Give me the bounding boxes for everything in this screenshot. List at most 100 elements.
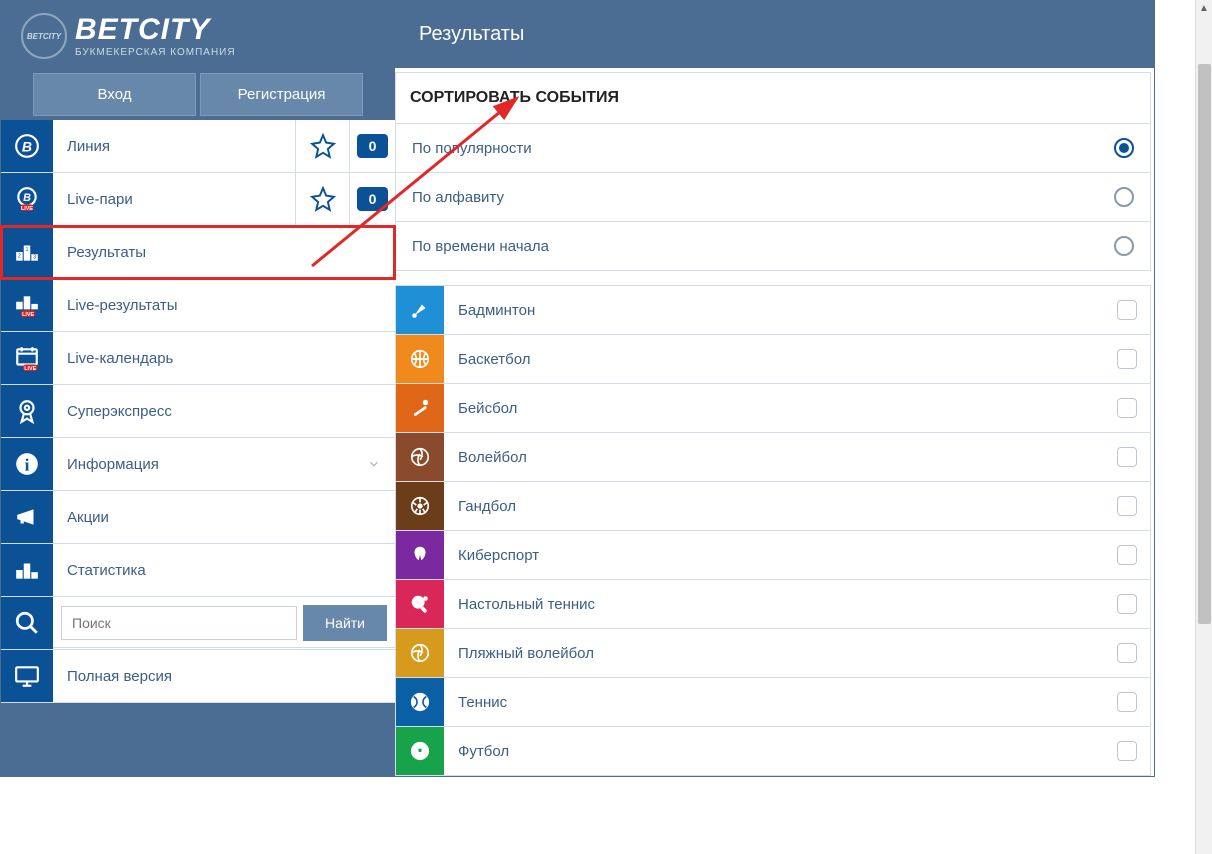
esports-icon — [396, 531, 444, 579]
svg-text:LIVE: LIVE — [22, 312, 34, 318]
sort-option-label: По времени начала — [412, 238, 549, 255]
sidebar-item-label: Live-календарь — [53, 350, 395, 367]
beach-volleyball-icon — [396, 629, 444, 677]
sidebar-item-label: Статистика — [53, 562, 395, 579]
svg-text:1: 1 — [25, 247, 28, 253]
sidebar-item-live-bets[interactable]: B LIVE Live-пари 0 — [1, 173, 395, 226]
logo-main: BETCITY — [75, 15, 236, 45]
podium-live-icon: LIVE — [1, 279, 53, 331]
favorite-star-button[interactable] — [295, 173, 349, 225]
sport-checkbox[interactable] — [1104, 545, 1150, 565]
svg-text:3: 3 — [33, 255, 36, 261]
handball-icon — [396, 482, 444, 530]
sport-label: Бейсбол — [444, 400, 1104, 417]
login-button[interactable]: Вход — [33, 73, 196, 116]
sort-heading: СОРТИРОВАТЬ СОБЫТИЯ — [396, 73, 1150, 123]
svg-text:i: i — [25, 456, 30, 475]
brand-b-live-icon: B LIVE — [1, 173, 53, 225]
sport-row-tennis[interactable]: Теннис — [396, 678, 1150, 727]
sport-row-badminton[interactable]: Бадминтон — [396, 286, 1150, 335]
sport-label: Волейбол — [444, 449, 1104, 466]
sport-label: Теннис — [444, 694, 1104, 711]
search-input[interactable] — [61, 606, 297, 640]
sport-checkbox[interactable] — [1104, 594, 1150, 614]
sport-row-football[interactable]: Футбол — [396, 727, 1150, 776]
sidebar-item-label: Акции — [53, 509, 395, 526]
vertical-scrollbar[interactable]: ▲ — [1195, 0, 1212, 854]
radio-selected-icon — [1114, 138, 1134, 158]
calendar-live-icon: LIVE — [1, 332, 53, 384]
sidebar-item-line[interactable]: B Линия 0 — [1, 120, 395, 173]
svg-text:B: B — [23, 192, 31, 204]
sidebar-item-info[interactable]: i Информация — [1, 438, 395, 491]
svg-text:LIVE: LIVE — [21, 206, 33, 212]
sidebar-item-label: Суперэкспресс — [53, 403, 395, 420]
sport-checkbox[interactable] — [1104, 741, 1150, 761]
sidebar-item-label: Live-пари — [53, 191, 295, 208]
sport-row-basketball[interactable]: Баскетбол — [396, 335, 1150, 384]
podium-icon: 12 3 — [1, 226, 53, 278]
brand-b-icon: B — [1, 120, 53, 172]
sort-option-starttime[interactable]: По времени начала — [396, 221, 1150, 270]
search-icon — [1, 597, 53, 649]
sport-label: Баскетбол — [444, 351, 1104, 368]
badminton-icon — [396, 286, 444, 334]
logo-tagline: БУКМЕКЕРСКАЯ КОМПАНИЯ — [75, 47, 236, 58]
register-button[interactable]: Регистрация — [200, 73, 363, 116]
sort-panel: СОРТИРОВАТЬ СОБЫТИЯ По популярности По а… — [395, 72, 1151, 271]
radio-icon — [1114, 187, 1134, 207]
sidebar-item-label: Линия — [53, 138, 295, 155]
sports-list: Бадминтон Баскетбол Бейсбол Волейбол Ган — [395, 285, 1151, 776]
sport-row-table-tennis[interactable]: Настольный теннис — [396, 580, 1150, 629]
sort-option-popularity[interactable]: По популярности — [396, 123, 1150, 172]
sidebar-item-live-calendar[interactable]: LIVE Live-календарь — [1, 332, 395, 385]
sidebar-item-label: Информация — [53, 456, 353, 473]
sport-label: Киберспорт — [444, 547, 1104, 564]
sidebar-item-results[interactable]: 12 3 Результаты — [1, 226, 395, 279]
sidebar-item-live-results[interactable]: LIVE Live-результаты — [1, 279, 395, 332]
sport-checkbox[interactable] — [1104, 692, 1150, 712]
sidebar-item-label: Полная версия — [53, 668, 395, 685]
sort-option-alphabet[interactable]: По алфавиту — [396, 172, 1150, 221]
sidebar-item-promo[interactable]: Акции — [1, 491, 395, 544]
sport-label: Пляжный волейбол — [444, 645, 1104, 662]
sidebar-item-superexpress[interactable]: Суперэкспресс — [1, 385, 395, 438]
favorite-star-button[interactable] — [295, 120, 349, 172]
svg-text:2: 2 — [18, 253, 21, 259]
sport-checkbox[interactable] — [1104, 643, 1150, 663]
svg-text:B: B — [22, 138, 32, 154]
sport-checkbox[interactable] — [1104, 349, 1150, 369]
sport-label: Гандбол — [444, 498, 1104, 515]
sport-row-esports[interactable]: Киберспорт — [396, 531, 1150, 580]
sidebar-item-fullversion[interactable]: Полная версия — [1, 650, 395, 703]
page-title: Результаты — [395, 1, 1154, 68]
sport-checkbox[interactable] — [1104, 300, 1150, 320]
table-tennis-icon — [396, 580, 444, 628]
volleyball-icon — [396, 433, 444, 481]
sidebar-item-label: Результаты — [53, 244, 395, 261]
scroll-up-icon[interactable]: ▲ — [1196, 0, 1212, 17]
sport-row-baseball[interactable]: Бейсбол — [396, 384, 1150, 433]
search-button[interactable]: Найти — [303, 605, 387, 641]
sport-row-handball[interactable]: Гандбол — [396, 482, 1150, 531]
football-icon — [396, 727, 444, 775]
sport-checkbox[interactable] — [1104, 447, 1150, 467]
sidebar-item-search: Найти — [1, 597, 395, 650]
sport-checkbox[interactable] — [1104, 398, 1150, 418]
basketball-icon — [396, 335, 444, 383]
sidebar-item-stats[interactable]: Статистика — [1, 544, 395, 597]
tennis-icon — [396, 678, 444, 726]
sort-option-label: По популярности — [412, 140, 532, 157]
sport-row-beach-volleyball[interactable]: Пляжный волейбол — [396, 629, 1150, 678]
count-badge: 0 — [349, 173, 395, 225]
sport-row-volleyball[interactable]: Волейбол — [396, 433, 1150, 482]
info-icon: i — [1, 438, 53, 490]
count-badge: 0 — [349, 120, 395, 172]
sport-checkbox[interactable] — [1104, 496, 1150, 516]
scroll-thumb[interactable] — [1198, 64, 1211, 624]
podium2-icon — [1, 544, 53, 596]
brand-header: BETCITY BETCITY БУКМЕКЕРСКАЯ КОМПАНИЯ — [1, 1, 395, 67]
sport-label: Бадминтон — [444, 302, 1104, 319]
sport-label: Футбол — [444, 743, 1104, 760]
sidebar-item-label: Live-результаты — [53, 297, 395, 314]
